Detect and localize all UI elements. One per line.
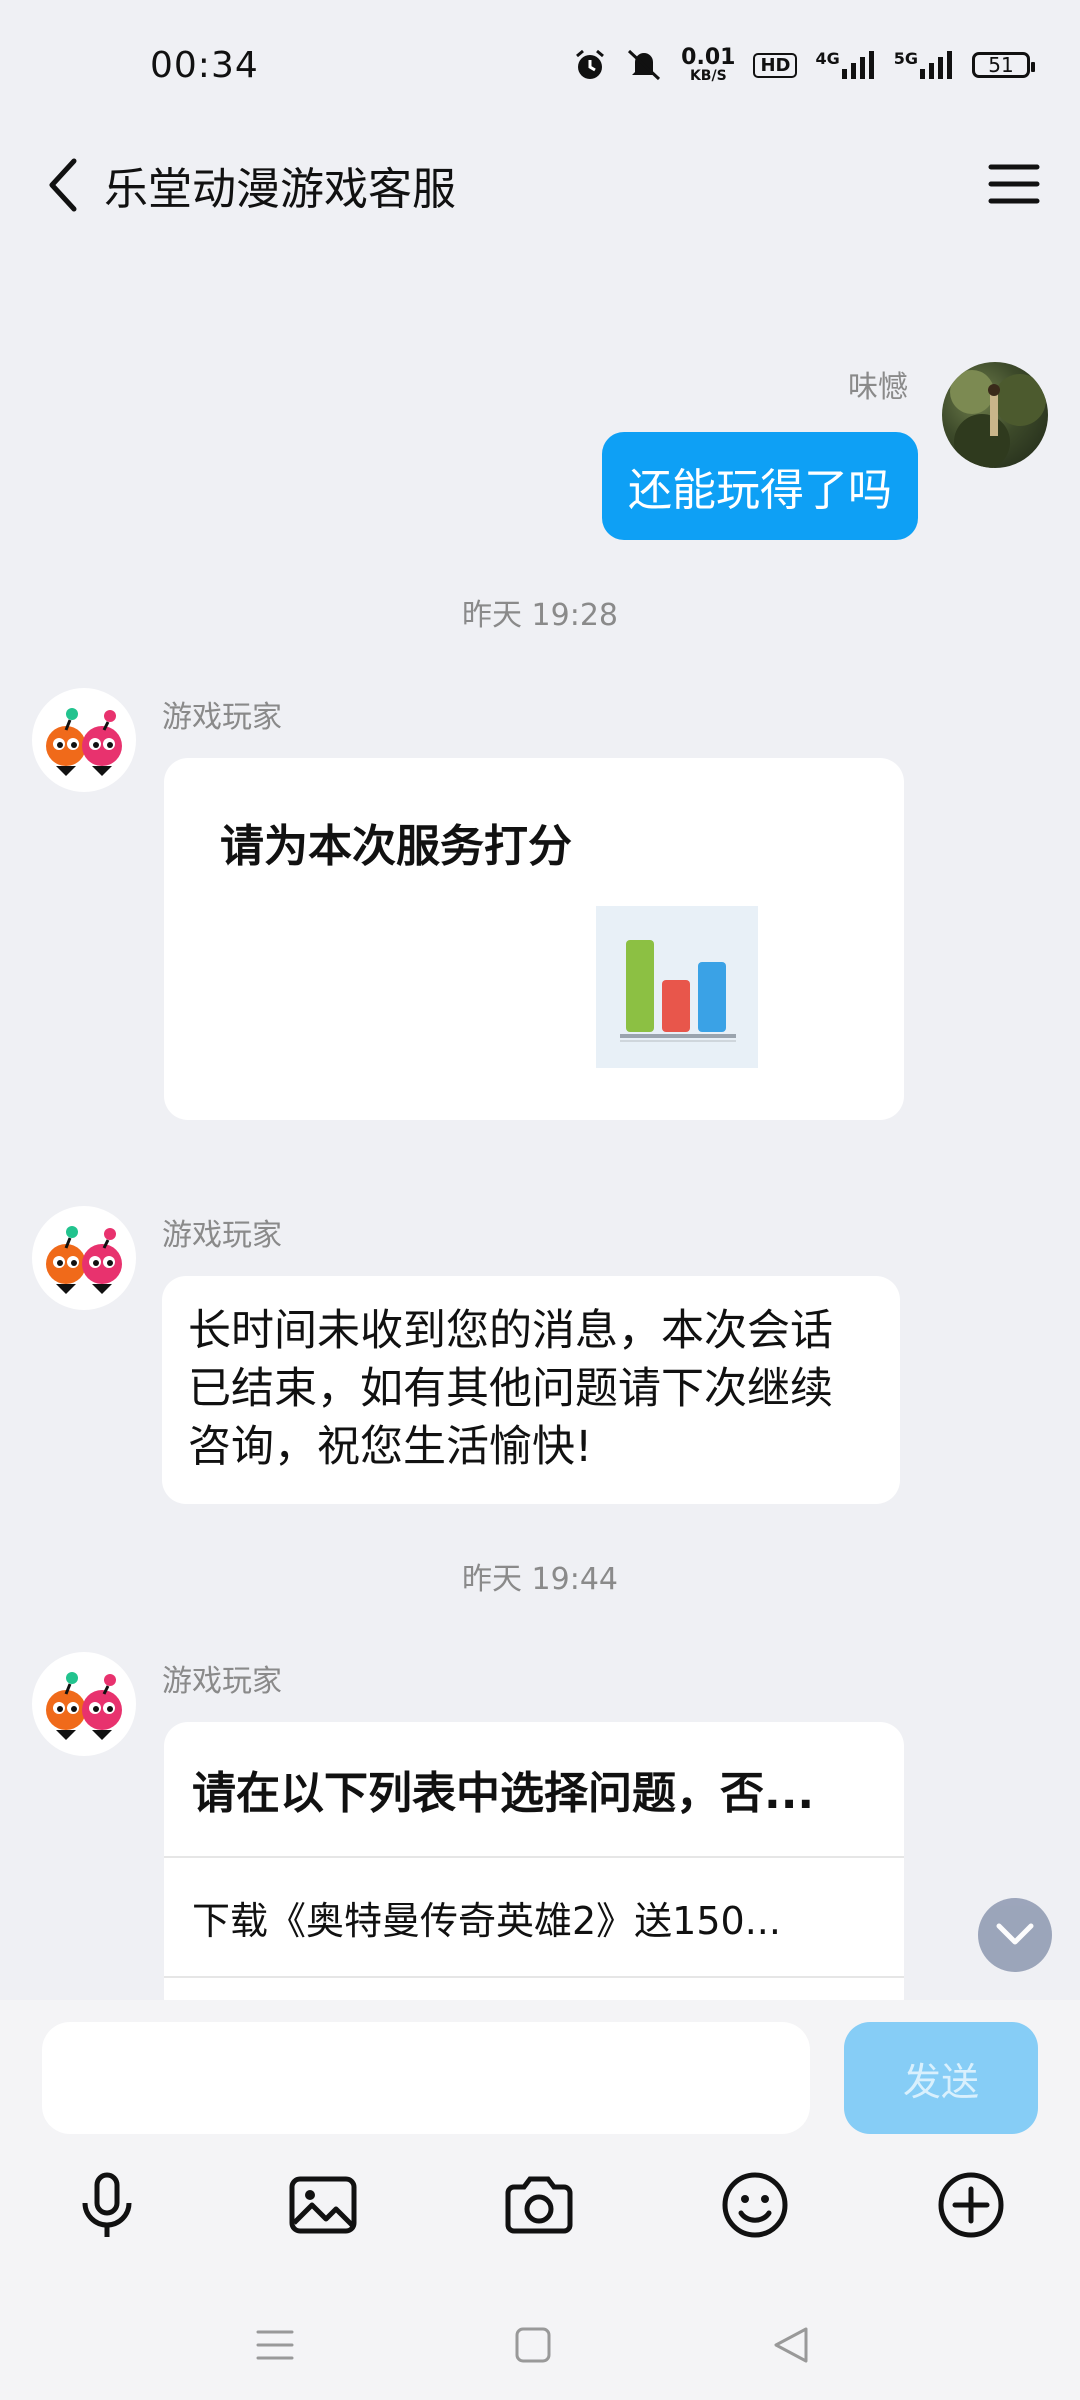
back-arrow-icon [49, 158, 77, 212]
more-button[interactable] [926, 2160, 1016, 2250]
system-nav-bar [0, 2290, 1080, 2400]
sender-name: 游戏玩家 [162, 1664, 282, 1699]
bot-avatar[interactable] [32, 688, 136, 792]
mascot-logo-icon [46, 708, 122, 776]
scroll-to-bottom-button[interactable] [978, 1898, 1052, 1972]
nav-back-button[interactable] [756, 2310, 826, 2380]
alarm-icon [573, 48, 607, 82]
back-button[interactable] [34, 155, 94, 215]
network-speed-unit: KB/S [689, 68, 727, 84]
send-button[interactable]: 发送 [844, 2022, 1038, 2134]
bot-avatar[interactable] [32, 1206, 136, 1310]
sender-name: 游戏玩家 [162, 700, 282, 735]
rating-card[interactable]: 请为本次服务打分 [164, 758, 904, 1120]
mute-bell-icon [625, 48, 663, 82]
nav-home-button[interactable] [498, 2310, 568, 2380]
image-icon [289, 2176, 357, 2234]
question-list-item[interactable]: 下载《奥特曼传奇英雄2》送150... [164, 1858, 904, 1978]
chat-messages[interactable]: 味憾 还能玩得了吗 昨天 19:28 游戏玩家 请为本次服务打分 游戏玩家 长时… [0, 240, 1080, 2000]
signal-5g-icon: 5G [894, 49, 954, 81]
question-list-card: 请在以下列表中选择问题，否... 下载《奥特曼传奇英雄2》送150... [164, 1722, 904, 2000]
status-bar: 00:34 0.01 KB/S HD 4G 5G 51 [0, 0, 1080, 130]
question-list-title: 请在以下列表中选择问题，否... [164, 1722, 904, 1858]
plus-circle-icon [938, 2172, 1004, 2238]
my-sender-name: 味憾 [848, 370, 908, 405]
network-speed: 0.01 KB/S [681, 45, 736, 84]
my-avatar[interactable] [942, 362, 1048, 468]
microphone-icon [82, 2172, 132, 2237]
network-speed-value: 0.01 [681, 45, 736, 70]
status-icons: 0.01 KB/S HD 4G 5G 51 [573, 45, 1035, 84]
my-avatar-photo [950, 370, 1046, 468]
timestamp: 昨天 19:28 [462, 598, 618, 633]
chevron-down-icon [996, 1923, 1034, 1945]
mascot-logo-icon [46, 1672, 122, 1740]
sender-name: 游戏玩家 [162, 1218, 282, 1253]
signal-5g-label: 5G [893, 49, 918, 68]
camera-icon [505, 2176, 573, 2234]
menu-button[interactable] [984, 154, 1044, 214]
page-title: 乐堂动漫游戏客服 [104, 164, 456, 215]
battery-indicator: 51 [972, 52, 1035, 78]
nav-menu-button[interactable] [240, 2310, 310, 2380]
rating-chart-icon [596, 906, 758, 1068]
timestamp: 昨天 19:44 [462, 1562, 618, 1597]
smiley-icon [722, 2172, 788, 2238]
gallery-button[interactable] [278, 2160, 368, 2250]
mascot-logo-icon [46, 1226, 122, 1294]
rating-title: 请为本次服务打分 [220, 821, 572, 872]
signal-4g-label: 4G [815, 49, 840, 68]
camera-button[interactable] [494, 2160, 584, 2250]
status-time: 00:34 [150, 44, 259, 86]
hamburger-menu-icon [988, 164, 1040, 204]
voice-button[interactable] [62, 2160, 152, 2250]
nav-home-icon [515, 2327, 551, 2363]
nav-back-icon [774, 2327, 808, 2363]
emoji-button[interactable] [710, 2160, 800, 2250]
chat-header: 乐堂动漫游戏客服 [0, 130, 1080, 240]
input-toolbar [0, 2160, 1080, 2260]
bot-message-bubble[interactable]: 长时间未收到您的消息，本次会话已结束，如有其他问题请下次继续咨询，祝您生活愉快! [162, 1276, 900, 1504]
signal-4g-icon: 4G [815, 49, 875, 81]
bot-avatar[interactable] [32, 1652, 136, 1756]
my-message-bubble[interactable]: 还能玩得了吗 [602, 432, 918, 540]
hd-badge: HD [753, 52, 798, 78]
nav-menu-icon [256, 2330, 294, 2360]
message-input[interactable] [42, 2022, 810, 2134]
